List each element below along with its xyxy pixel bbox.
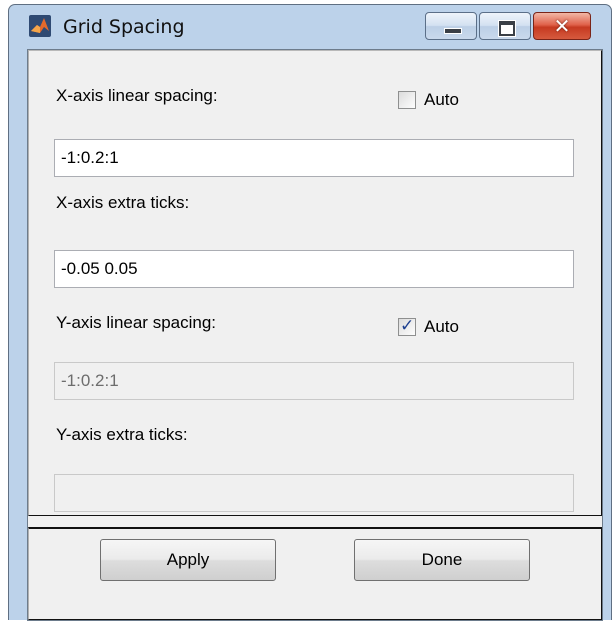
x-axis-spacing-input[interactable]: [54, 139, 574, 177]
y-axis-extra-ticks-input: [54, 474, 574, 512]
done-button[interactable]: Done: [354, 539, 530, 581]
check-mark-icon: ✓: [400, 316, 415, 336]
apply-button[interactable]: Apply: [100, 539, 276, 581]
y-auto-label: Auto: [424, 317, 459, 336]
y-axis-spacing-input: [54, 362, 574, 400]
y-axis-auto-checkbox[interactable]: ✓ Auto: [398, 316, 459, 337]
maximize-icon: [498, 20, 516, 37]
y-axis-extra-ticks-label: Y-axis extra ticks:: [56, 425, 188, 444]
window-title: Grid Spacing: [63, 16, 185, 38]
dialog-client-area: [27, 49, 603, 621]
minimize-icon: [444, 28, 462, 34]
maximize-button[interactable]: [479, 12, 531, 40]
close-icon: ✕: [553, 14, 571, 38]
title-bar[interactable]: Grid Spacing ✕: [9, 5, 611, 47]
x-axis-spacing-label: X-axis linear spacing:: [56, 86, 218, 105]
y-axis-spacing-label: Y-axis linear spacing:: [56, 313, 217, 332]
x-axis-extra-ticks-input[interactable]: [54, 250, 574, 288]
x-auto-label: Auto: [424, 90, 459, 109]
x-auto-checkbox-box[interactable]: [398, 91, 416, 109]
matlab-logo-icon: [29, 15, 51, 37]
y-auto-checkbox-box[interactable]: ✓: [398, 316, 416, 336]
x-axis-extra-ticks-label: X-axis extra ticks:: [56, 193, 190, 212]
close-button[interactable]: ✕: [533, 12, 591, 40]
minimize-button[interactable]: [425, 12, 477, 40]
x-axis-auto-checkbox[interactable]: Auto: [398, 90, 459, 110]
